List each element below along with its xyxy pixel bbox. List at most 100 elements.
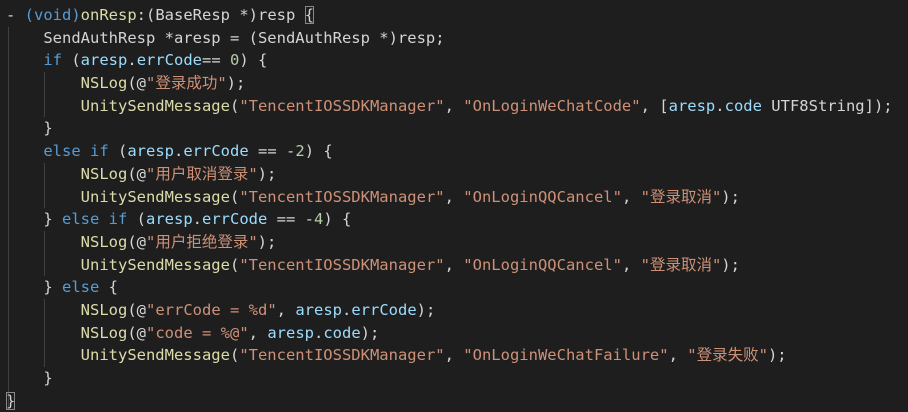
code-line[interactable]: UnitySendMessage("TencentIOSSDKManager",…	[0, 254, 908, 277]
code-token: 4	[314, 210, 324, 229]
code-token: (	[229, 346, 240, 365]
code-token: 0	[230, 51, 240, 70]
code-line[interactable]: }	[0, 390, 908, 412]
code-token: (@	[127, 232, 146, 251]
code-token: (	[229, 187, 240, 206]
code-token: .	[174, 142, 184, 161]
code-token: resp	[258, 6, 305, 24]
code-token: SendAuthResp *aresp = (SendAuthResp *)re…	[6, 28, 445, 47]
code-line[interactable]: NSLog(@"用户取消登录");	[0, 163, 908, 186]
code-area[interactable]: - (void)onResp:(BaseResp *)resp { SendAu…	[0, 4, 908, 412]
code-token: (	[117, 142, 128, 161]
code-token: ,	[276, 300, 296, 319]
code-editor[interactable]: - (void)onResp:(BaseResp *)resp { SendAu…	[0, 0, 908, 412]
code-token: UnitySendMessage	[6, 187, 230, 206]
code-token: errCode	[351, 300, 417, 319]
code-line[interactable]: NSLog(@"code = %@", aresp.code);	[0, 322, 908, 345]
code-token: .	[715, 96, 725, 115]
code-token: onResp	[80, 6, 137, 24]
code-token: ,	[668, 346, 688, 365]
code-token: else if	[6, 142, 118, 161]
code-token: ) {	[304, 142, 333, 161]
code-token: == -	[267, 210, 315, 229]
code-line[interactable]: NSLog(@"errCode = %d", aresp.errCode);	[0, 299, 908, 322]
code-token: "登录取消"	[640, 255, 722, 274]
code-line[interactable]: - (void)onResp:(BaseResp *)resp {	[0, 4, 908, 27]
matched-bracket: {	[304, 6, 315, 24]
code-token: ,	[444, 346, 464, 365]
code-token: (@	[127, 300, 146, 319]
code-token: ]);	[864, 96, 893, 115]
code-token: "用户拒绝登录"	[146, 232, 258, 251]
code-token: }	[6, 119, 53, 138]
code-token: aresp	[295, 300, 342, 319]
code-token: NSLog	[6, 164, 128, 183]
code-token: .	[192, 210, 203, 229]
code-token: "TencentIOSSDKManager"	[239, 255, 445, 274]
code-token: );	[257, 164, 277, 183]
code-token: aresp	[267, 323, 314, 342]
code-token: ,	[621, 255, 641, 274]
code-token: NSLog	[6, 300, 128, 319]
code-token: aresp	[146, 210, 193, 229]
code-token: code	[724, 96, 762, 115]
code-token: errCode	[136, 51, 203, 70]
code-token: );	[257, 232, 277, 251]
code-token: ,	[444, 255, 464, 274]
code-token: "用户取消登录"	[146, 164, 258, 183]
code-token: "OnLoginWeChatFailure"	[463, 346, 669, 365]
vertical-scrollbar[interactable]	[902, 0, 908, 412]
code-token: ) {	[239, 51, 268, 70]
code-token: )	[248, 6, 259, 24]
code-line[interactable]: if (aresp.errCode== 0) {	[0, 49, 908, 72]
code-line[interactable]: } else {	[0, 276, 908, 299]
code-token: ,	[444, 187, 464, 206]
code-token: .	[127, 51, 137, 70]
code-token: (@	[127, 164, 146, 183]
code-token: errCode	[183, 142, 249, 161]
code-token: ,	[248, 323, 268, 342]
code-token: BaseResp *	[155, 6, 249, 24]
code-token: (	[229, 255, 240, 274]
code-token: }	[6, 210, 62, 229]
code-token: 2	[295, 142, 305, 161]
matched-bracket: }	[6, 391, 16, 410]
code-token: code	[323, 323, 361, 342]
code-token: UnitySendMessage	[6, 96, 230, 115]
code-token: "TencentIOSSDKManager"	[239, 187, 445, 206]
code-line[interactable]: UnitySendMessage("TencentIOSSDKManager",…	[0, 95, 908, 118]
code-token: {	[108, 278, 119, 297]
code-line[interactable]: }	[0, 117, 908, 140]
code-line[interactable]: UnitySendMessage("TencentIOSSDKManager",…	[0, 186, 908, 209]
code-token: "OnLoginQQCancel"	[463, 187, 622, 206]
code-line[interactable]: UnitySendMessage("TencentIOSSDKManager",…	[0, 344, 908, 367]
code-token: (	[229, 96, 240, 115]
code-token: aresp	[80, 51, 128, 70]
code-token: :(	[136, 6, 156, 24]
code-token: );	[721, 255, 740, 274]
code-line[interactable]: else if (aresp.errCode == -2) {	[0, 140, 908, 163]
code-token: NSLog	[6, 323, 128, 342]
code-token: -	[6, 6, 25, 24]
code-token: (	[136, 210, 146, 229]
code-line[interactable]: } else if (aresp.errCode == -4) {	[0, 208, 908, 231]
code-line[interactable]: }	[0, 367, 908, 390]
code-token: "OnLoginWeChatCode"	[463, 96, 641, 115]
code-token: );	[416, 300, 436, 319]
code-token: "code = %@"	[146, 323, 249, 342]
code-line[interactable]: SendAuthResp *aresp = (SendAuthResp *)re…	[0, 27, 908, 50]
code-token: , [	[640, 96, 669, 115]
code-token: else if	[62, 210, 137, 229]
code-token: }	[6, 369, 53, 387]
code-token: );	[721, 187, 740, 206]
code-token: ,	[621, 187, 641, 206]
code-token: (@	[127, 74, 146, 93]
code-token: );	[360, 323, 380, 342]
code-token: "登录失败"	[687, 346, 768, 365]
code-token: (void)	[24, 6, 81, 24]
code-token: UTF8String	[761, 96, 865, 115]
code-line[interactable]: NSLog(@"登录成功");	[0, 72, 908, 95]
code-token: "TencentIOSSDKManager"	[239, 96, 445, 115]
code-token: aresp	[668, 96, 716, 115]
code-line[interactable]: NSLog(@"用户拒绝登录");	[0, 231, 908, 254]
